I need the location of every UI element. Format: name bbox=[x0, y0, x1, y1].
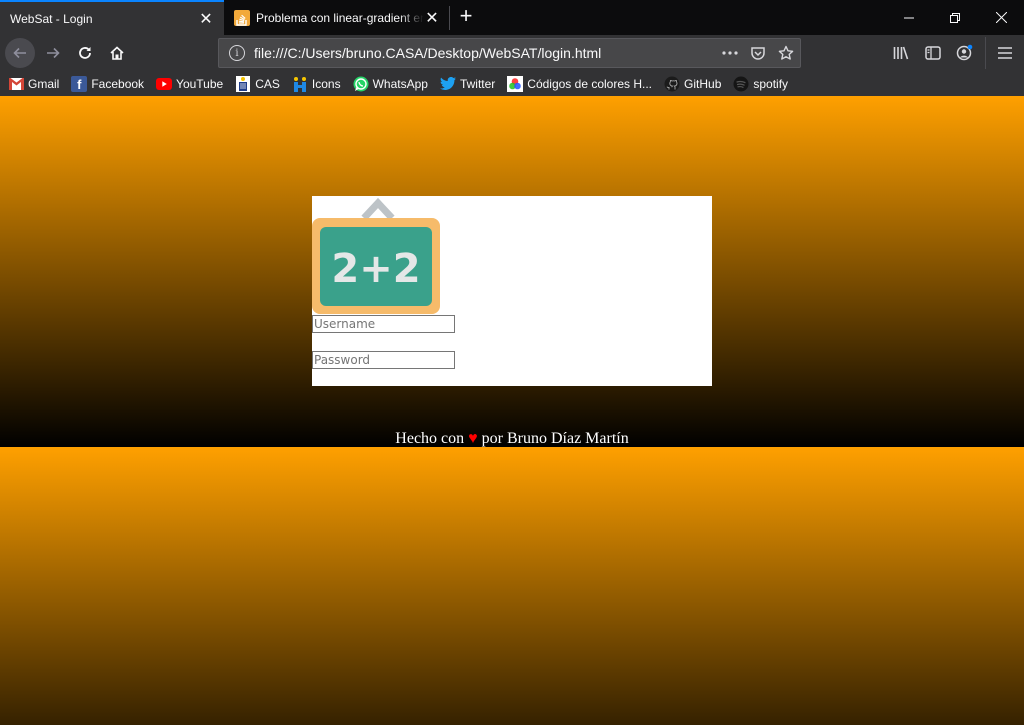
bookmark-label: CAS bbox=[255, 76, 280, 91]
bookmark-label: YouTube bbox=[176, 76, 224, 91]
close-window-button[interactable] bbox=[978, 0, 1024, 35]
tab-strip: WebSat - Login ✕ Problema con linear-gra… bbox=[0, 0, 1024, 35]
page-actions-icon[interactable] bbox=[716, 39, 744, 67]
page-viewport: 2+2 Hecho con ♥ por Bruno Díaz Martín bbox=[0, 96, 1024, 725]
cas-icon bbox=[235, 75, 251, 92]
sidebar-button[interactable] bbox=[918, 38, 948, 68]
bookmark-cas[interactable]: CAS bbox=[235, 73, 280, 95]
spotify-icon bbox=[733, 76, 749, 92]
account-icon bbox=[956, 44, 973, 61]
chalkboard-logo-icon: 2+2 bbox=[312, 197, 440, 314]
twitter-icon bbox=[439, 76, 456, 92]
tab-stackoverflow[interactable]: Problema con linear-gradient en ✕ bbox=[224, 0, 450, 35]
minimize-icon bbox=[904, 17, 914, 18]
back-button[interactable] bbox=[5, 38, 35, 68]
close-window-icon bbox=[995, 12, 1007, 23]
close-tab-icon[interactable]: ✕ bbox=[424, 10, 440, 27]
bookmark-label: WhatsApp bbox=[372, 76, 428, 91]
tab-title: Problema con linear-gradient en bbox=[256, 10, 424, 25]
bookmark-star-icon[interactable] bbox=[772, 39, 800, 67]
forward-button[interactable] bbox=[38, 38, 68, 68]
pocket-icon[interactable] bbox=[744, 39, 772, 67]
navigation-toolbar: i file:///C:/Users/bruno.CASA/Desktop/We… bbox=[0, 35, 1024, 71]
whatsapp-icon bbox=[353, 76, 369, 92]
bookmark-youtube[interactable]: YouTube bbox=[156, 73, 223, 95]
home-icon bbox=[110, 46, 124, 60]
footer-prefix: Hecho con bbox=[395, 430, 465, 447]
github-icon bbox=[664, 76, 680, 92]
heart-icon: ♥ bbox=[468, 430, 478, 447]
home-button[interactable] bbox=[102, 38, 132, 68]
menu-button[interactable] bbox=[990, 38, 1020, 68]
bookmark-spotify[interactable]: spotify bbox=[733, 73, 788, 95]
restore-button[interactable] bbox=[932, 0, 978, 35]
toolbar-separator bbox=[985, 37, 986, 69]
bookmark-facebook[interactable]: f Facebook bbox=[71, 73, 144, 95]
forward-arrow-icon bbox=[47, 47, 60, 59]
minimize-button[interactable] bbox=[886, 0, 932, 35]
stackoverflow-icon bbox=[234, 9, 250, 26]
bookmark-icons[interactable]: Icons bbox=[292, 73, 341, 95]
site-info-icon[interactable]: i bbox=[229, 45, 245, 61]
restore-icon bbox=[950, 12, 960, 23]
icons-icon bbox=[292, 76, 308, 92]
bookmark-color-codes[interactable]: Códigos de colores H... bbox=[507, 73, 652, 95]
tab-separator bbox=[449, 6, 450, 30]
gmail-icon bbox=[8, 76, 24, 92]
hamburger-menu-icon bbox=[998, 47, 1012, 59]
bookmark-label: Facebook bbox=[91, 76, 145, 91]
bookmark-gmail[interactable]: Gmail bbox=[8, 73, 59, 95]
footer-suffix: por Bruno Díaz Martín bbox=[481, 430, 629, 447]
bookmark-whatsapp[interactable]: WhatsApp bbox=[353, 73, 428, 95]
footer-credit: Hecho con ♥ por Bruno Díaz Martín bbox=[0, 430, 1024, 448]
bookmark-label: Icons bbox=[311, 76, 341, 91]
address-bar[interactable]: i file:///C:/Users/bruno.CASA/Desktop/We… bbox=[218, 38, 801, 68]
facebook-icon: f bbox=[71, 75, 88, 92]
bookmark-label: Códigos de colores H... bbox=[527, 76, 653, 91]
password-input[interactable] bbox=[312, 351, 455, 369]
logo-text: 2+2 bbox=[331, 246, 420, 292]
library-icon bbox=[893, 46, 909, 60]
reload-icon bbox=[79, 47, 91, 59]
bookmark-label: spotify bbox=[753, 76, 789, 91]
youtube-icon bbox=[156, 76, 173, 92]
username-input[interactable] bbox=[312, 315, 455, 333]
bookmarks-toolbar: Gmail f Facebook YouTube CAS Icons Whats… bbox=[0, 71, 1024, 96]
library-button[interactable] bbox=[886, 38, 916, 68]
bookmark-label: GitHub bbox=[684, 76, 722, 91]
bookmark-twitter[interactable]: Twitter bbox=[439, 73, 496, 95]
tab-websat-login[interactable]: WebSat - Login ✕ bbox=[0, 0, 224, 35]
login-card: 2+2 bbox=[312, 196, 712, 386]
bookmark-label: Gmail bbox=[28, 76, 60, 91]
back-arrow-icon bbox=[13, 47, 26, 59]
url-text[interactable]: file:///C:/Users/bruno.CASA/Desktop/WebS… bbox=[254, 45, 716, 61]
tab-title: WebSat - Login bbox=[10, 11, 93, 26]
reload-button[interactable] bbox=[70, 38, 100, 68]
new-tab-button[interactable]: + bbox=[454, 5, 478, 29]
sidebar-icon bbox=[925, 46, 941, 60]
account-button[interactable] bbox=[950, 38, 980, 68]
close-tab-icon[interactable]: ✕ bbox=[198, 11, 214, 28]
bookmark-github[interactable]: GitHub bbox=[664, 73, 721, 95]
color-wheel-icon bbox=[507, 75, 524, 92]
bookmark-label: Twitter bbox=[459, 76, 496, 91]
